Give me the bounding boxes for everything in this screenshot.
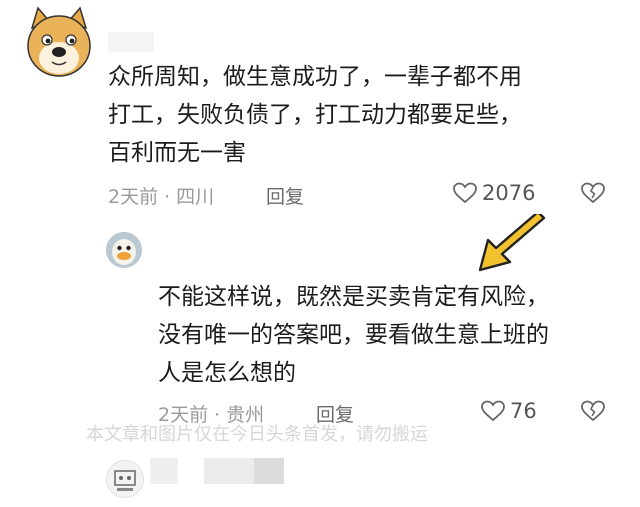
username-blurred <box>204 458 254 484</box>
arrow-pointer-icon <box>474 210 548 280</box>
like-count: 2076 <box>482 181 536 205</box>
watermark-text: 本文章和图片仅在今日头条首发，请勿搬运 <box>86 424 428 445</box>
comment-text: 众所周知，做生意成功了，一辈子都不用 打工，失败负债了，打工动力都要足些， 百利… <box>108 64 522 166</box>
broken-heart-icon[interactable] <box>580 181 606 205</box>
commenter-avatar[interactable] <box>24 6 94 80</box>
separator-dot: · <box>164 186 171 208</box>
comment-time: 2天前 <box>108 186 159 208</box>
username-blurred <box>150 458 178 484</box>
broken-heart-icon[interactable] <box>580 399 606 423</box>
heart-outline-icon[interactable] <box>480 399 506 423</box>
reply-button[interactable]: 回复 <box>266 182 304 209</box>
reply-avatar[interactable] <box>106 232 142 268</box>
reply-comment-text: 不能这样说，既然是买卖肯定有风险， 没有唯一的答案吧，要看做生意上班的 人是怎么… <box>158 284 549 386</box>
heart-outline-icon[interactable] <box>452 181 478 205</box>
username-blurred <box>108 32 154 52</box>
like-count: 76 <box>510 399 537 423</box>
comment-meta: 2天前 · 四川 <box>108 182 214 209</box>
comment-location: 四川 <box>176 186 215 208</box>
username-blurred <box>254 458 284 484</box>
third-commenter-avatar[interactable] <box>106 460 144 498</box>
